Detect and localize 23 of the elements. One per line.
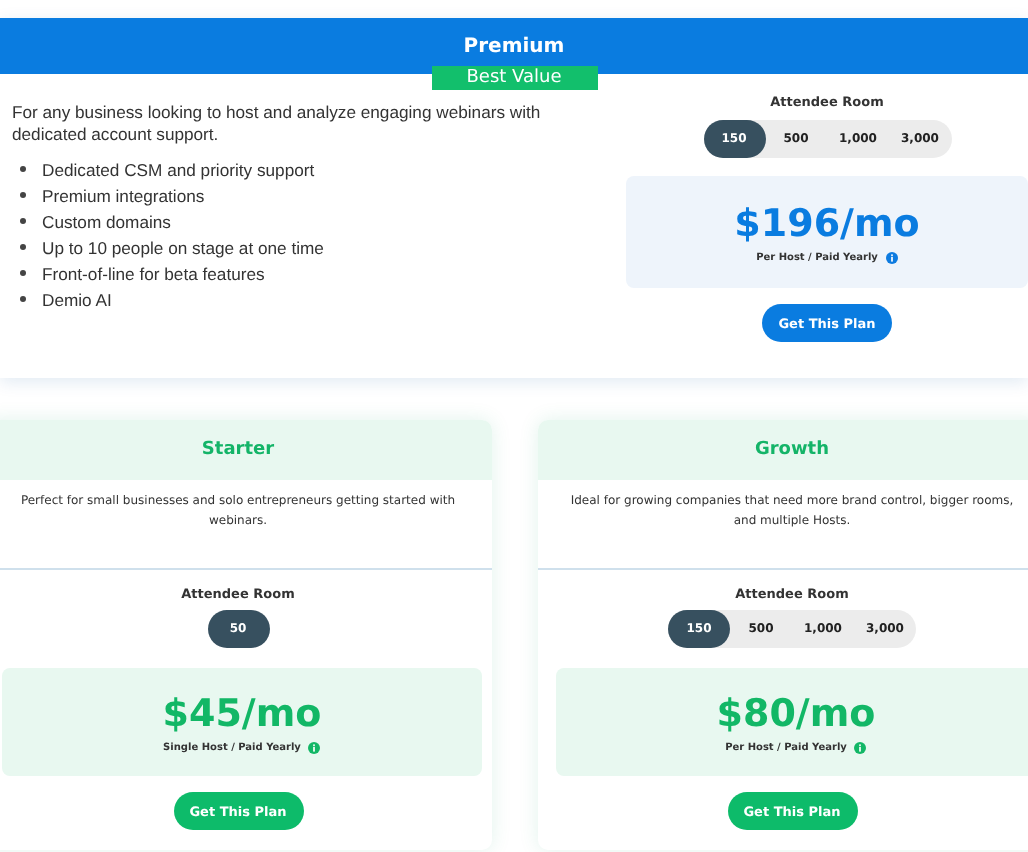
bullet-icon (20, 166, 26, 172)
info-icon[interactable] (308, 741, 321, 753)
plan-description: For any business looking to host and analyze engaging webinars with dedicated account support. (12, 102, 543, 146)
feature-text: Dedicated CSM and priority support (42, 159, 315, 179)
bullet-icon (20, 244, 26, 250)
price: $196/mo (734, 201, 920, 245)
feature-text: Demio AI (42, 289, 112, 309)
feature-text: Up to 10 people on stage at one time (42, 237, 324, 257)
feature-text: Premium integrations (42, 185, 205, 205)
feature-text: Front-of-line for beta features (42, 263, 265, 283)
plan-title: Premium (463, 35, 565, 57)
bullet-icon (20, 192, 26, 198)
price: $45/mo (162, 691, 322, 735)
feature-text: Custom domains (42, 211, 171, 231)
bullet-icon (20, 218, 26, 224)
price: $80/mo (716, 691, 876, 735)
info-icon[interactable] (885, 251, 898, 263)
plan-title: Growth (754, 440, 830, 460)
bullet-icon (20, 296, 26, 302)
bullet-icon (20, 270, 26, 276)
info-icon[interactable] (854, 741, 867, 753)
plan-title: Starter (201, 440, 275, 460)
best-value-badge: Best Value (431, 66, 597, 90)
